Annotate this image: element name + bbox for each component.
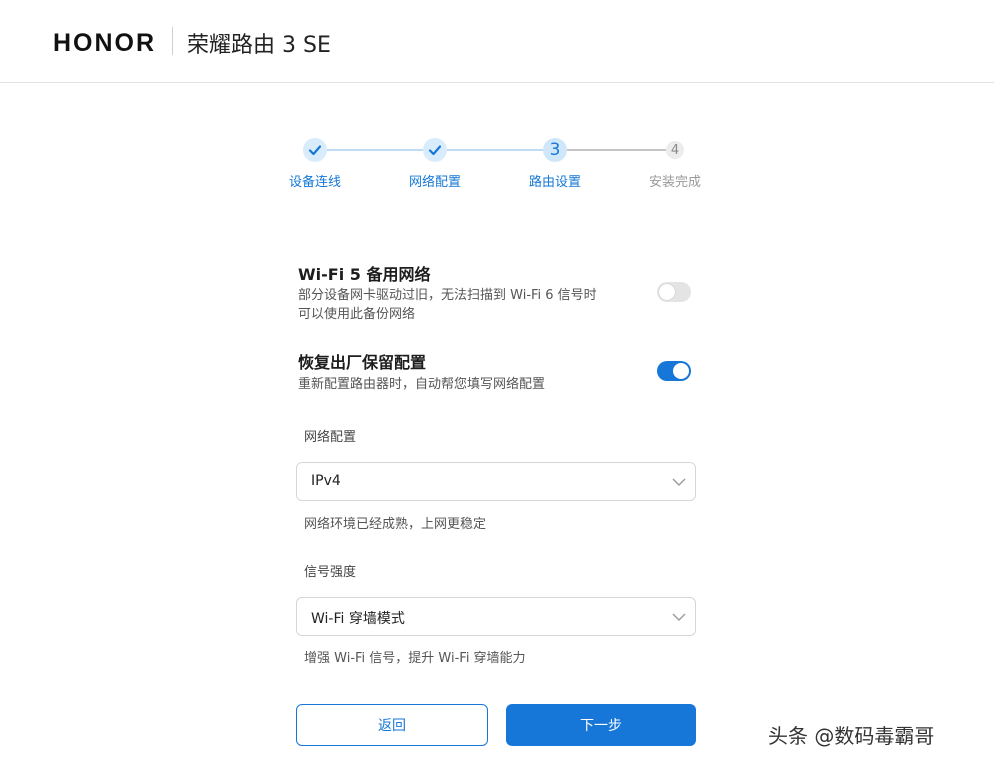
restore-config-desc: 重新配置路由器时，自动帮您填写网络配置 — [298, 377, 546, 392]
wifi5-backup-desc-line2: 可以使用此备份网络 — [298, 307, 416, 322]
top-header: HONOR 荣耀路由 3 SE — [0, 0, 994, 83]
product-title: 荣耀路由 3 SE — [187, 33, 331, 58]
signal-strength-hint: 增强 Wi-Fi 信号，提升 Wi-Fi 穿墙能力 — [304, 651, 526, 666]
signal-strength-select[interactable]: Wi-Fi 穿墙模式 — [296, 597, 696, 636]
back-button[interactable]: 返回 — [296, 704, 488, 746]
network-config-select[interactable]: IPv4 — [296, 462, 696, 501]
step-number: 4 — [666, 141, 684, 159]
watermark-text: 头条 @数码毒霸哥 — [768, 724, 935, 748]
step-connector-1 — [327, 149, 423, 151]
step-connector-3 — [567, 149, 666, 151]
restore-config-title: 恢复出厂保留配置 — [298, 353, 427, 372]
wifi5-backup-toggle[interactable] — [657, 282, 691, 302]
restore-config-toggle[interactable] — [657, 361, 691, 381]
step-connector-2 — [447, 149, 543, 151]
signal-strength-label: 信号强度 — [304, 565, 357, 580]
toggle-knob — [659, 284, 675, 300]
network-config-value: IPv4 — [311, 473, 341, 489]
check-icon — [423, 138, 447, 162]
check-icon — [303, 138, 327, 162]
step-number: 3 — [543, 138, 567, 162]
wifi5-backup-title: Wi-Fi 5 备用网络 — [298, 265, 431, 284]
step-label: 路由设置 — [528, 175, 581, 190]
wifi5-backup-desc-line1: 部分设备网卡驱动过旧，无法扫描到 Wi-Fi 6 信号时 — [298, 288, 597, 303]
signal-strength-value: Wi-Fi 穿墙模式 — [311, 611, 405, 627]
step-label: 安装完成 — [648, 175, 701, 190]
honor-logo: HONOR — [53, 29, 157, 57]
step-label: 网络配置 — [408, 175, 461, 190]
step-label: 设备连线 — [288, 175, 341, 190]
header-divider — [172, 27, 173, 55]
chevron-down-icon — [672, 478, 686, 486]
network-config-label: 网络配置 — [304, 430, 357, 445]
next-button[interactable]: 下一步 — [506, 704, 696, 746]
chevron-down-icon — [672, 613, 686, 621]
setup-stepper: 设备连线 网络配置 3 路由设置 4 安装完成 — [270, 138, 720, 198]
network-config-hint: 网络环境已经成熟，上网更稳定 — [304, 517, 487, 532]
toggle-knob — [673, 363, 689, 379]
